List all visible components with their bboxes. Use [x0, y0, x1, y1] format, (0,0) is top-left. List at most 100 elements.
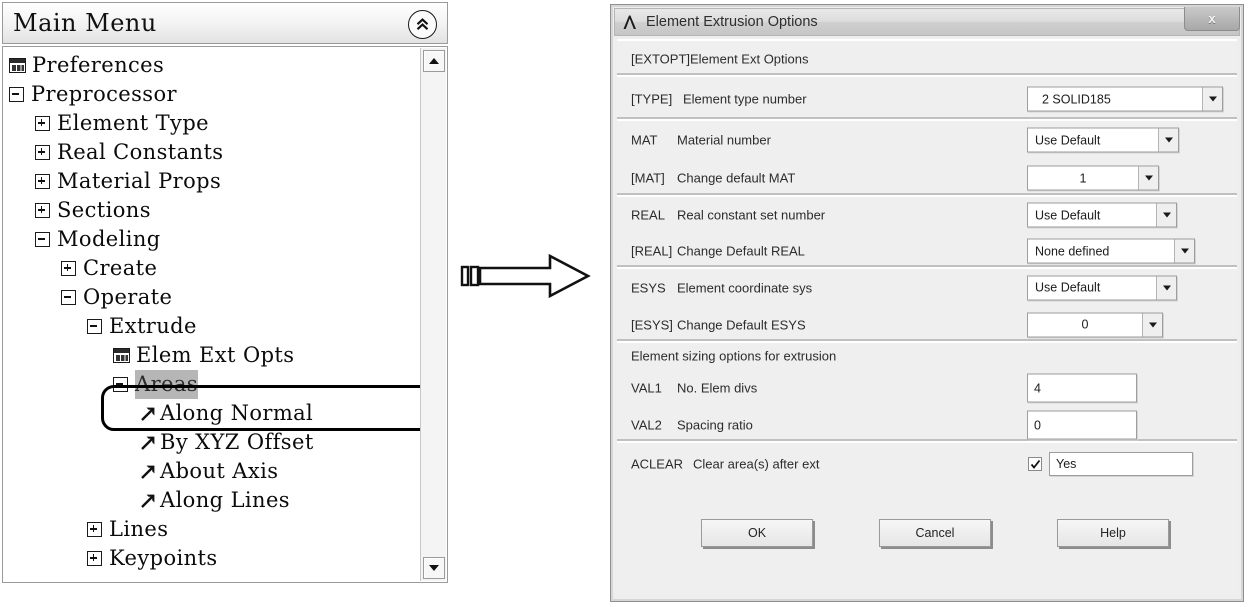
- change-default-real-combo[interactable]: None defined: [1027, 238, 1195, 264]
- change-default-mat-label: [MAT] Change default MAT: [631, 171, 795, 186]
- tree-item-label: By XYZ Offset: [160, 430, 314, 454]
- tree-item-modeling[interactable]: Modeling: [3, 224, 409, 253]
- spacing-ratio-input[interactable]: 0: [1027, 410, 1137, 440]
- tree-item-elem-ext-opts[interactable]: Elem Ext Opts: [3, 340, 409, 369]
- tree-item-element-type[interactable]: Element Type: [3, 108, 409, 137]
- tree-item-areas[interactable]: Areas: [3, 369, 409, 399]
- aclear-text: Clear area(s) after ext: [693, 456, 820, 472]
- diagonal-arrow-icon: [139, 433, 158, 452]
- change-default-esys-combo[interactable]: 0: [1027, 312, 1163, 337]
- no-elem-divs-input[interactable]: 4: [1027, 373, 1137, 403]
- diagonal-arrow-icon: [139, 491, 158, 510]
- tree-scrollbar[interactable]: [420, 48, 446, 581]
- real-group: REAL Real constant set number Use Default…: [617, 195, 1237, 267]
- element-type-number-combo[interactable]: 2 SOLID185: [1027, 86, 1223, 112]
- close-icon[interactable]: x: [1184, 7, 1240, 31]
- main-menu-tree[interactable]: Preferences Preprocessor Element Type Real …: [2, 46, 448, 583]
- change-default-esys-value: 0: [1081, 317, 1089, 332]
- expand-toggle-icon[interactable]: [87, 522, 102, 537]
- tree-item-preferences[interactable]: Preferences: [3, 50, 409, 79]
- double-chevron-up-icon[interactable]: [408, 10, 437, 39]
- mat-text: Material number: [677, 132, 771, 148]
- extopt-header-group: [EXTOPT]Element Ext Options: [617, 39, 1237, 75]
- tree-item-label: Along Normal: [160, 401, 314, 425]
- esys-code: ESYS: [631, 280, 666, 295]
- change-default-mat-combo[interactable]: 1: [1027, 165, 1159, 191]
- element-coordinate-sys-value: Use Default: [1035, 280, 1101, 295]
- chevron-down-icon[interactable]: [1156, 203, 1176, 227]
- collapse-toggle-icon[interactable]: [113, 377, 128, 392]
- element-extrusion-options-dialog: Element Extrusion Options x [EXTOPT]Elem…: [610, 4, 1244, 602]
- tree-item-label: Extrude: [109, 314, 197, 338]
- expand-toggle-icon[interactable]: [35, 174, 50, 189]
- expand-toggle-icon[interactable]: [35, 145, 50, 160]
- chevron-down-icon[interactable]: [1142, 313, 1162, 336]
- expand-toggle-icon[interactable]: [35, 203, 50, 218]
- aclear-value: Yes: [1056, 457, 1077, 471]
- tree-item-about-axis[interactable]: About Axis: [3, 456, 409, 485]
- real-constant-set-value: Use Default: [1035, 208, 1101, 222]
- type-text: Element type number: [683, 91, 807, 107]
- tree-item-label: Preprocessor: [31, 82, 177, 106]
- element-sizing-caption: Element sizing options for extrusion: [631, 348, 837, 364]
- help-button[interactable]: Help: [1057, 519, 1169, 547]
- esys-label: ESYS Element coordinate sys: [631, 280, 812, 295]
- tree-item-material-props[interactable]: Material Props: [3, 166, 409, 195]
- tree-item-along-lines[interactable]: Along Lines: [3, 485, 409, 514]
- element-sizing-group: Element sizing options for extrusion VAL…: [617, 341, 1237, 441]
- dialog-title: Element Extrusion Options: [646, 14, 818, 30]
- chevron-down-icon[interactable]: [1138, 166, 1158, 190]
- type-group: [TYPE] Element type number 2 SOLID185: [617, 75, 1237, 119]
- collapse-toggle-icon[interactable]: [87, 319, 102, 334]
- tree-item-create[interactable]: Create: [3, 253, 409, 282]
- tree-item-lines[interactable]: Lines: [3, 514, 409, 543]
- ok-button[interactable]: OK: [701, 519, 813, 547]
- val1-code: VAL1: [631, 380, 662, 396]
- tree-item-sections[interactable]: Sections: [3, 195, 409, 224]
- change-default-esys-code: [ESYS]: [631, 317, 673, 332]
- change-default-mat-text: Change default MAT: [677, 170, 796, 186]
- collapse-toggle-icon[interactable]: [61, 290, 76, 305]
- collapse-toggle-icon[interactable]: [35, 232, 50, 247]
- tree-item-along-normal[interactable]: Along Normal: [3, 398, 409, 427]
- chevron-down-icon[interactable]: [1156, 276, 1176, 299]
- tree-item-label: Create: [83, 256, 158, 280]
- val2-text: Spacing ratio: [677, 417, 753, 433]
- tree-item-extrude[interactable]: Extrude: [3, 311, 409, 340]
- chevron-down-icon[interactable]: [1158, 128, 1178, 152]
- expand-toggle-icon[interactable]: [87, 551, 102, 566]
- type-code: [TYPE]: [631, 91, 673, 107]
- dialog-titlebar[interactable]: Element Extrusion Options x: [614, 7, 1240, 36]
- chevron-down-icon[interactable]: [1202, 87, 1222, 111]
- element-coordinate-sys-combo[interactable]: Use Default: [1027, 275, 1177, 300]
- esys-group: ESYS Element coordinate sys Use Default […: [617, 267, 1237, 341]
- aclear-checkbox[interactable]: [1028, 457, 1042, 471]
- aclear-code: ACLEAR: [631, 456, 684, 472]
- material-number-combo[interactable]: Use Default: [1027, 127, 1179, 153]
- tree-item-list: Preferences Preprocessor Element Type Real …: [3, 50, 409, 572]
- cancel-button[interactable]: Cancel: [879, 519, 991, 547]
- aclear-value-field[interactable]: Yes: [1049, 452, 1193, 476]
- collapse-toggle-icon[interactable]: [9, 87, 24, 102]
- ansys-lambda-icon: [623, 15, 636, 29]
- main-menu-panel: Main Menu Preferences Preprocessor Element…: [2, 2, 450, 585]
- type-label: [TYPE] Element type number: [631, 92, 807, 107]
- tree-item-operate[interactable]: Operate: [3, 282, 409, 311]
- tree-item-real-constants[interactable]: Real Constants: [3, 137, 409, 166]
- expand-toggle-icon[interactable]: [35, 116, 50, 131]
- material-number-value: Use Default: [1035, 133, 1101, 147]
- scroll-up-arrow-icon[interactable]: [423, 50, 445, 72]
- tree-item-keypoints[interactable]: Keypoints: [3, 543, 409, 572]
- mat-group: MAT Material number Use Default [MAT] Chan…: [617, 119, 1237, 195]
- scroll-down-arrow-icon[interactable]: [423, 557, 445, 579]
- flow-arrow: [460, 252, 600, 308]
- tree-item-label: Modeling: [57, 227, 161, 251]
- chevron-down-icon[interactable]: [1174, 239, 1194, 263]
- tree-item-preprocessor[interactable]: Preprocessor: [3, 79, 409, 108]
- tree-item-by-xyz-offset[interactable]: By XYZ Offset: [3, 427, 409, 456]
- spacing-ratio-value: 0: [1034, 418, 1041, 432]
- extopt-code: [EXTOPT]: [631, 51, 690, 67]
- expand-toggle-icon[interactable]: [61, 261, 76, 276]
- tree-item-label: Along Lines: [160, 488, 290, 512]
- real-constant-set-combo[interactable]: Use Default: [1027, 202, 1177, 228]
